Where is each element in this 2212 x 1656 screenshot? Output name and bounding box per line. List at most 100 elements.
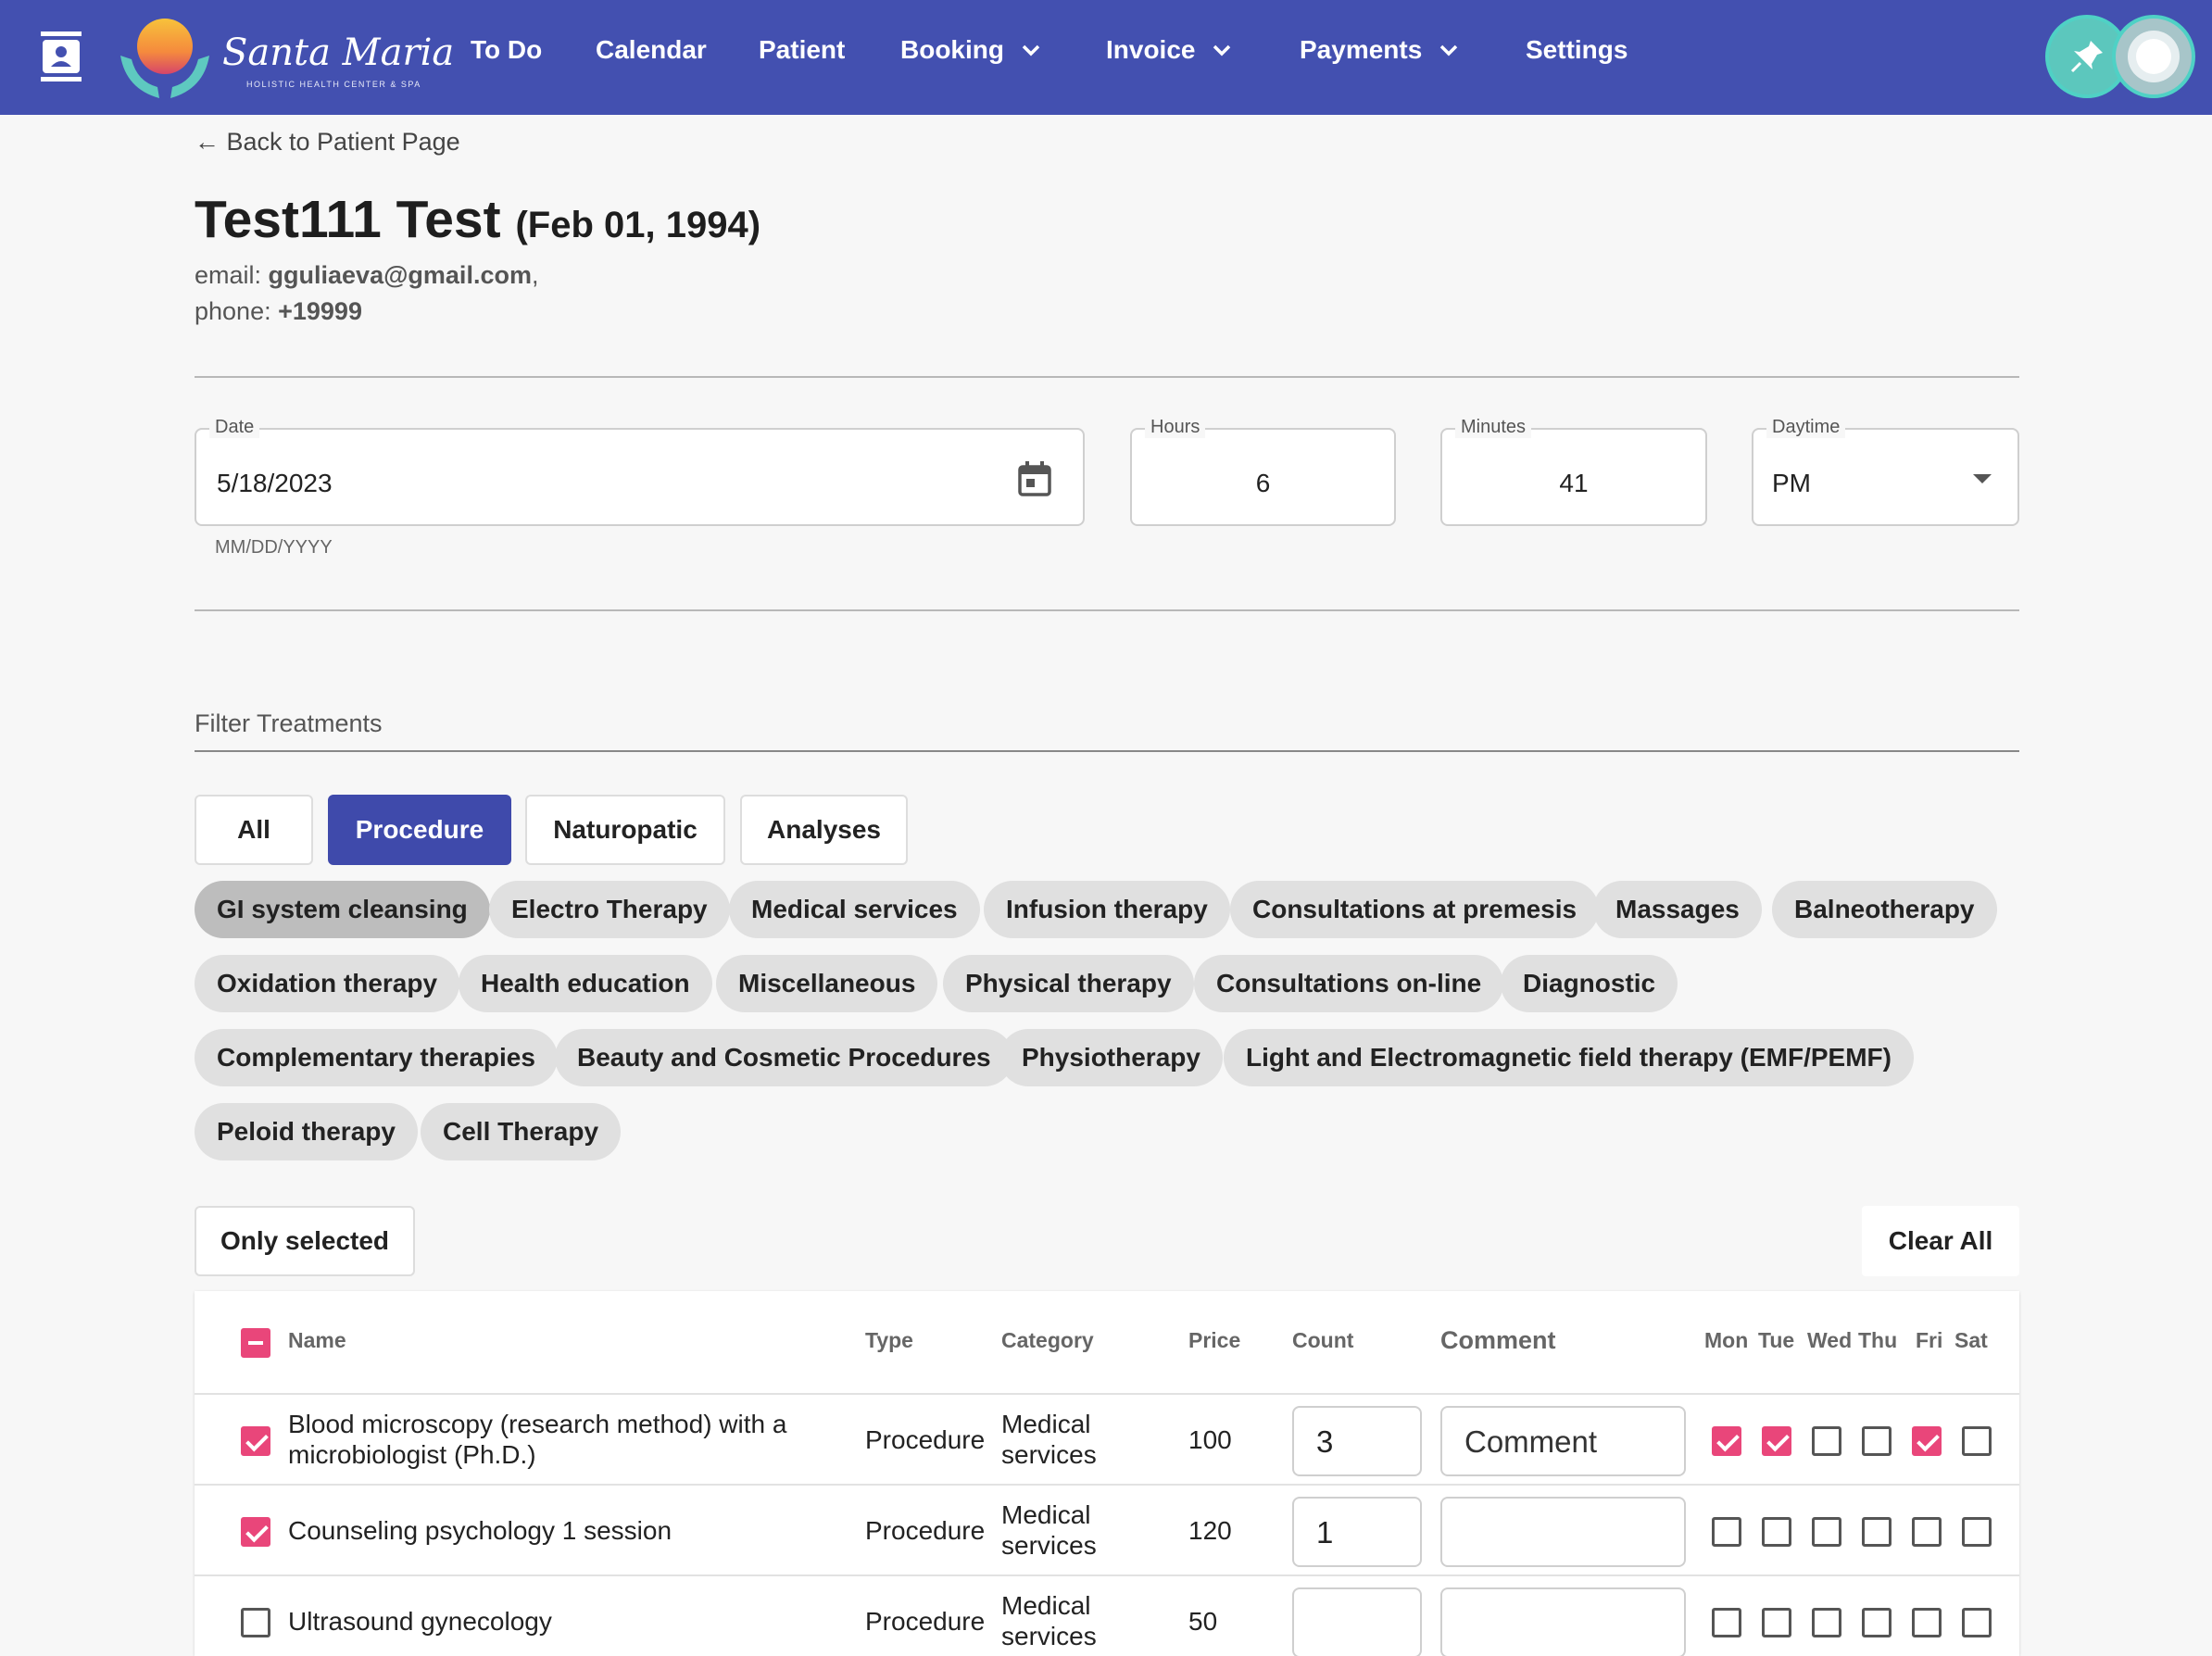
category-chip[interactable]: Cell Therapy	[421, 1103, 622, 1160]
col-header-wed: Wed	[1807, 1328, 1853, 1352]
row-category-line2: services	[1001, 1440, 1097, 1469]
count-input[interactable]	[1292, 1587, 1422, 1656]
category-chip[interactable]: Infusion therapy	[984, 881, 1230, 938]
row-select-checkbox[interactable]	[241, 1517, 270, 1547]
nav-booking[interactable]: Booking	[900, 35, 1041, 65]
only-selected-button[interactable]: Only selected	[195, 1206, 415, 1276]
category-chip[interactable]: Light and Electromagnetic field therapy …	[1224, 1029, 1914, 1086]
col-header-price: Price	[1188, 1328, 1241, 1352]
day-checkbox-mon[interactable]	[1712, 1608, 1741, 1637]
patient-email: gguliaeva@gmail.com	[268, 261, 532, 289]
category-chip[interactable]: Massages	[1593, 881, 1762, 938]
category-chip[interactable]: Balneotherapy	[1772, 881, 1997, 938]
calendar-icon[interactable]	[1018, 461, 1051, 496]
row-type: Procedure	[865, 1425, 986, 1454]
nav-patient-label: Patient	[759, 35, 846, 64]
day-checkbox-mon[interactable]	[1712, 1426, 1741, 1456]
row-category-line1: Medical	[1001, 1591, 1091, 1620]
category-chip[interactable]: Health education	[459, 955, 712, 1012]
category-chip[interactable]: Miscellaneous	[716, 955, 938, 1012]
row-category-line1: Medical	[1001, 1500, 1091, 1529]
row-name: Counseling psychology 1 session	[288, 1516, 672, 1545]
nav-calendar[interactable]: Calendar	[596, 35, 707, 65]
nav-todo[interactable]: To Do	[471, 35, 542, 65]
nav-payments[interactable]: Payments	[1300, 35, 1459, 65]
day-checkbox-fri[interactable]	[1912, 1426, 1942, 1456]
row-type: Procedure	[865, 1516, 986, 1545]
category-chip[interactable]: Consultations at premesis	[1230, 881, 1600, 938]
category-chip[interactable]: Physiotherapy	[999, 1029, 1223, 1086]
day-checkbox-tue[interactable]	[1762, 1426, 1791, 1456]
nav-settings-label: Settings	[1526, 35, 1628, 64]
row-category-line2: services	[1001, 1622, 1097, 1650]
category-chip[interactable]: Diagnostic	[1501, 955, 1678, 1012]
category-chip[interactable]: Consultations on-line	[1194, 955, 1504, 1012]
user-avatar[interactable]	[2112, 15, 2195, 98]
type-filter-analyses[interactable]: Analyses	[740, 795, 908, 865]
caret-down-icon	[1973, 474, 1992, 483]
day-checkbox-tue[interactable]	[1762, 1608, 1791, 1637]
category-chip[interactable]: Electro Therapy	[489, 881, 730, 938]
comment-input[interactable]: Comment	[1440, 1406, 1686, 1476]
day-checkbox-sat[interactable]	[1962, 1608, 1992, 1637]
col-header-sat: Sat	[1954, 1328, 1988, 1352]
divider	[195, 376, 2019, 378]
count-input[interactable]: 1	[1292, 1497, 1422, 1567]
category-chip[interactable]: GI system cleansing	[195, 881, 490, 938]
day-checkbox-sat[interactable]	[1962, 1517, 1992, 1547]
minutes-field[interactable]: Minutes 41	[1440, 417, 1707, 526]
row-divider	[195, 1574, 2019, 1576]
day-checkbox-wed[interactable]	[1812, 1517, 1841, 1547]
row-category-line2: services	[1001, 1531, 1097, 1560]
type-filter-all[interactable]: All	[195, 795, 313, 865]
nav-patient[interactable]: Patient	[759, 35, 845, 65]
hours-field[interactable]: Hours 6	[1130, 417, 1396, 526]
date-field[interactable]: Date 5/18/2023	[195, 417, 1085, 526]
category-chip[interactable]: Physical therapy	[943, 955, 1194, 1012]
col-header-thu: Thu	[1858, 1328, 1898, 1352]
day-checkbox-wed[interactable]	[1812, 1426, 1841, 1456]
back-to-patient-link[interactable]: ← Back to Patient Page	[195, 128, 460, 157]
col-header-type: Type	[865, 1328, 913, 1352]
day-checkbox-sat[interactable]	[1962, 1426, 1992, 1456]
select-all-checkbox[interactable]	[241, 1328, 270, 1358]
contacts-icon[interactable]	[41, 31, 82, 82]
day-checkbox-fri[interactable]	[1912, 1517, 1942, 1547]
row-name-line1: Blood microscopy (research method) with …	[288, 1410, 787, 1438]
type-filter-naturopatic[interactable]: Naturopatic	[525, 795, 725, 865]
nav-payments-label: Payments	[1300, 35, 1423, 64]
daytime-select[interactable]: Daytime PM	[1752, 417, 2019, 526]
clear-all-button[interactable]: Clear All	[1862, 1206, 2019, 1276]
row-divider	[195, 1393, 2019, 1395]
nav-calendar-label: Calendar	[596, 35, 707, 64]
day-checkbox-thu[interactable]	[1862, 1426, 1892, 1456]
nav-invoice-label: Invoice	[1106, 35, 1196, 64]
row-select-checkbox[interactable]	[241, 1426, 270, 1456]
day-checkbox-mon[interactable]	[1712, 1517, 1741, 1547]
day-checkbox-fri[interactable]	[1912, 1608, 1942, 1637]
comment-input[interactable]	[1440, 1587, 1686, 1656]
category-chip[interactable]: Peloid therapy	[195, 1103, 418, 1160]
day-checkbox-thu[interactable]	[1862, 1608, 1892, 1637]
chevron-down-icon	[1022, 44, 1040, 56]
minutes-value: 41	[1559, 469, 1589, 497]
comment-input[interactable]	[1440, 1497, 1686, 1567]
category-chip[interactable]: Complementary therapies	[195, 1029, 558, 1086]
nav-settings[interactable]: Settings	[1526, 35, 1628, 65]
type-filter-procedure[interactable]: Procedure	[328, 795, 511, 865]
filter-treatments-label: Filter Treatments	[195, 709, 383, 737]
nav-invoice[interactable]: Invoice	[1106, 35, 1232, 65]
count-input[interactable]: 3	[1292, 1406, 1422, 1476]
day-checkbox-thu[interactable]	[1862, 1517, 1892, 1547]
logo-hands-sun-icon	[120, 19, 209, 98]
category-chip[interactable]: Beauty and Cosmetic Procedures	[555, 1029, 1013, 1086]
chevron-down-icon	[1213, 44, 1231, 56]
col-header-mon: Mon	[1704, 1328, 1749, 1352]
day-checkbox-tue[interactable]	[1762, 1517, 1791, 1547]
category-chip[interactable]: Medical services	[729, 881, 980, 938]
row-type: Procedure	[865, 1607, 986, 1636]
category-chip[interactable]: Oxidation therapy	[195, 955, 460, 1012]
row-price: 100	[1188, 1425, 1232, 1454]
row-select-checkbox[interactable]	[241, 1608, 270, 1637]
day-checkbox-wed[interactable]	[1812, 1608, 1841, 1637]
